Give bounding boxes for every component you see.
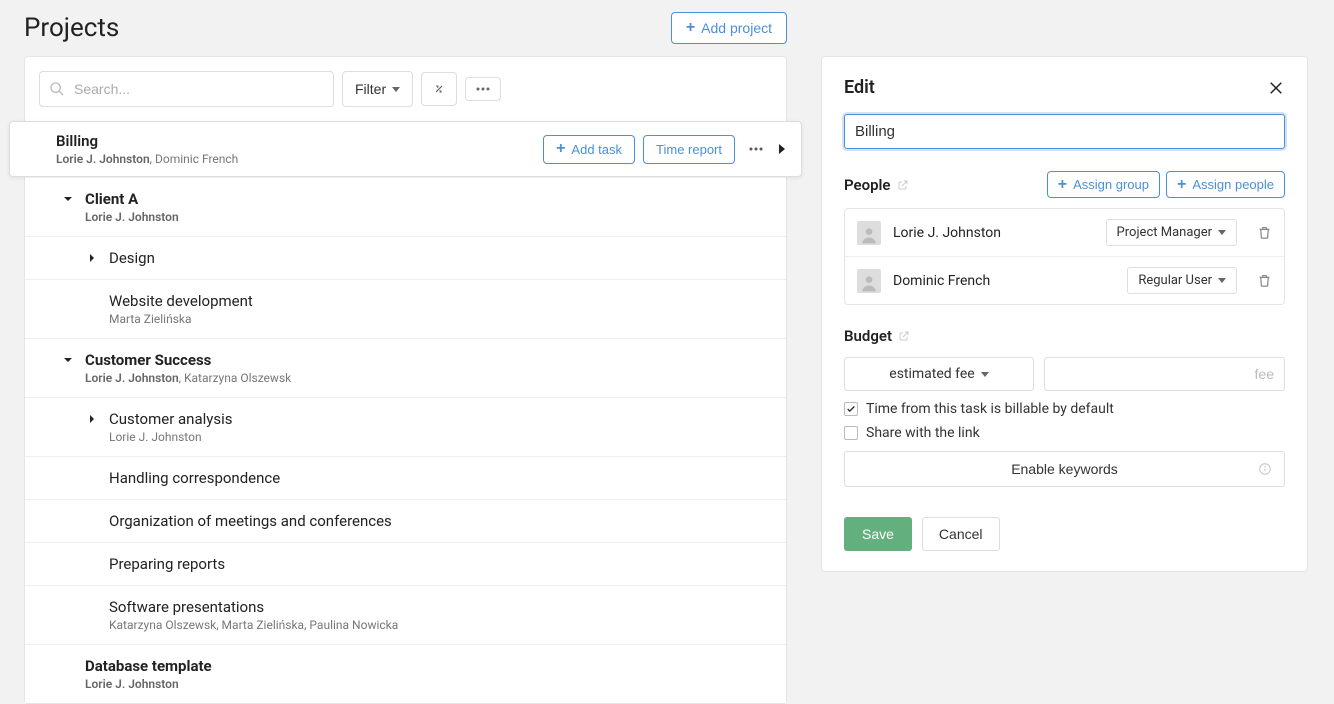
tree-row-sub: Lorie J. Johnston [109, 430, 772, 444]
search-wrapper [39, 71, 334, 107]
add-task-button[interactable]: + Add task [543, 135, 635, 164]
tree-row[interactable]: Preparing reports [25, 542, 786, 585]
budget-type-dropdown[interactable]: estimated fee [844, 357, 1034, 391]
chevron-down-icon [1218, 230, 1226, 235]
avatar [857, 221, 881, 245]
share-link-label: Share with the link [866, 425, 980, 441]
assign-people-button[interactable]: + Assign people [1166, 171, 1285, 198]
chevron-down-icon [1218, 278, 1226, 283]
person-name: Lorie J. Johnston [893, 225, 1094, 241]
tree-row-title: Customer Success [85, 351, 772, 369]
budget-section-label: Budget [844, 327, 910, 345]
assign-group-label: Assign group [1073, 177, 1149, 192]
tree-row[interactable]: Client A Lorie J. Johnston [25, 177, 786, 236]
row-more-button[interactable] [743, 141, 769, 157]
project-title: Billing [56, 132, 543, 150]
chevron-right-icon[interactable] [87, 414, 97, 424]
edit-title: Edit [844, 77, 875, 98]
trash-icon[interactable] [1249, 225, 1272, 240]
collapse-expand-button[interactable] [421, 72, 457, 106]
search-icon [49, 81, 65, 97]
enable-keywords-button[interactable]: Enable keywords [844, 451, 1285, 487]
avatar [857, 269, 881, 293]
fee-input[interactable] [1044, 357, 1285, 391]
project-row-selected[interactable]: Billing Lorie J. Johnston, Dominic Frenc… [9, 121, 802, 177]
page-title: Projects [24, 13, 119, 43]
check-icon [846, 404, 856, 414]
tree-row[interactable]: Website development Marta Zielińska [25, 279, 786, 338]
add-task-label: Add task [571, 142, 622, 157]
chevron-down-icon[interactable] [63, 194, 73, 204]
tree-row-title: Database template [85, 657, 772, 675]
person-row: Dominic French Regular User [845, 256, 1284, 304]
add-project-button[interactable]: + Add project [671, 12, 787, 44]
cancel-button[interactable]: Cancel [922, 517, 1000, 551]
dots-horizontal-icon [476, 87, 490, 91]
tree-row-title: Design [109, 249, 772, 267]
trash-icon[interactable] [1249, 273, 1272, 288]
chevron-down-icon [981, 372, 989, 377]
dots-horizontal-icon [749, 147, 763, 151]
tree-row-sub: Katarzyna Olszewsk, Marta Zielińska, Pau… [109, 618, 772, 632]
close-icon[interactable] [1267, 79, 1285, 97]
project-people: Lorie J. Johnston, Dominic French [56, 152, 543, 166]
tree-row-title: Preparing reports [109, 555, 772, 573]
save-button[interactable]: Save [844, 517, 912, 551]
share-link-checkbox[interactable] [844, 426, 858, 440]
chevron-right-icon[interactable] [777, 143, 787, 155]
tree-row[interactable]: Customer Success Lorie J. Johnston, Katar… [25, 338, 786, 397]
plus-icon: + [686, 21, 695, 35]
role-dropdown[interactable]: Regular User [1127, 267, 1237, 294]
assign-group-button[interactable]: + Assign group [1047, 171, 1160, 198]
tree-row-sub: Marta Zielińska [109, 312, 772, 326]
billable-label: Time from this task is billable by defau… [866, 401, 1114, 417]
role-label: Project Manager [1117, 225, 1212, 240]
time-report-label: Time report [656, 142, 722, 157]
billable-checkbox[interactable] [844, 402, 858, 416]
arrows-diagonal-icon [432, 82, 446, 96]
more-options-button[interactable] [465, 77, 501, 101]
tree-row[interactable]: Organization of meetings and conferences [25, 499, 786, 542]
tree-row-sub: Lorie J. Johnston [85, 677, 772, 691]
projects-panel: Filter Billing Lorie J. Johnston, Domini… [24, 56, 787, 704]
info-icon [1258, 462, 1272, 476]
tree-row-title: Software presentations [109, 598, 772, 616]
chevron-down-icon[interactable] [63, 355, 73, 365]
tree-row[interactable]: Customer analysis Lorie J. Johnston [25, 397, 786, 456]
role-dropdown[interactable]: Project Manager [1106, 219, 1237, 246]
project-name-input[interactable] [844, 114, 1285, 149]
filter-button[interactable]: Filter [342, 71, 413, 107]
tree-row[interactable]: Handling correspondence [25, 456, 786, 499]
filter-label: Filter [355, 81, 386, 97]
tree-row[interactable]: Software presentations Katarzyna Olszewsk… [25, 585, 786, 644]
chevron-right-icon[interactable] [87, 253, 97, 263]
enable-keywords-label: Enable keywords [1011, 461, 1118, 477]
search-input[interactable] [39, 71, 334, 107]
plus-icon: + [1177, 178, 1186, 192]
time-report-button[interactable]: Time report [643, 135, 735, 164]
edit-panel: Edit People + Assign group + Assign peo [821, 56, 1308, 572]
person-row: Lorie J. Johnston Project Manager [845, 209, 1284, 256]
tree-row-sub: Lorie J. Johnston [85, 210, 772, 224]
tree-row-title: Organization of meetings and conferences [109, 512, 772, 530]
plus-icon: + [1058, 178, 1067, 192]
budget-type-label: estimated fee [889, 366, 974, 382]
person-name: Dominic French [893, 273, 1115, 289]
tree-row-title: Customer analysis [109, 410, 772, 428]
tree-row-sub: Lorie J. Johnston, Katarzyna Olszewsk [85, 371, 772, 385]
tree-row[interactable]: Database template Lorie J. Johnston [25, 644, 786, 703]
assign-people-label: Assign people [1192, 177, 1274, 192]
external-link-icon [897, 179, 909, 191]
tree-row[interactable]: Design [25, 236, 786, 279]
people-section-label: People [844, 176, 909, 194]
plus-icon: + [556, 142, 565, 156]
external-link-icon [898, 330, 910, 342]
role-label: Regular User [1138, 273, 1212, 288]
add-project-label: Add project [701, 20, 772, 36]
tree-row-title: Handling correspondence [109, 469, 772, 487]
tree-row-title: Client A [85, 190, 772, 208]
tree-row-title: Website development [109, 292, 772, 310]
chevron-down-icon [392, 87, 400, 92]
